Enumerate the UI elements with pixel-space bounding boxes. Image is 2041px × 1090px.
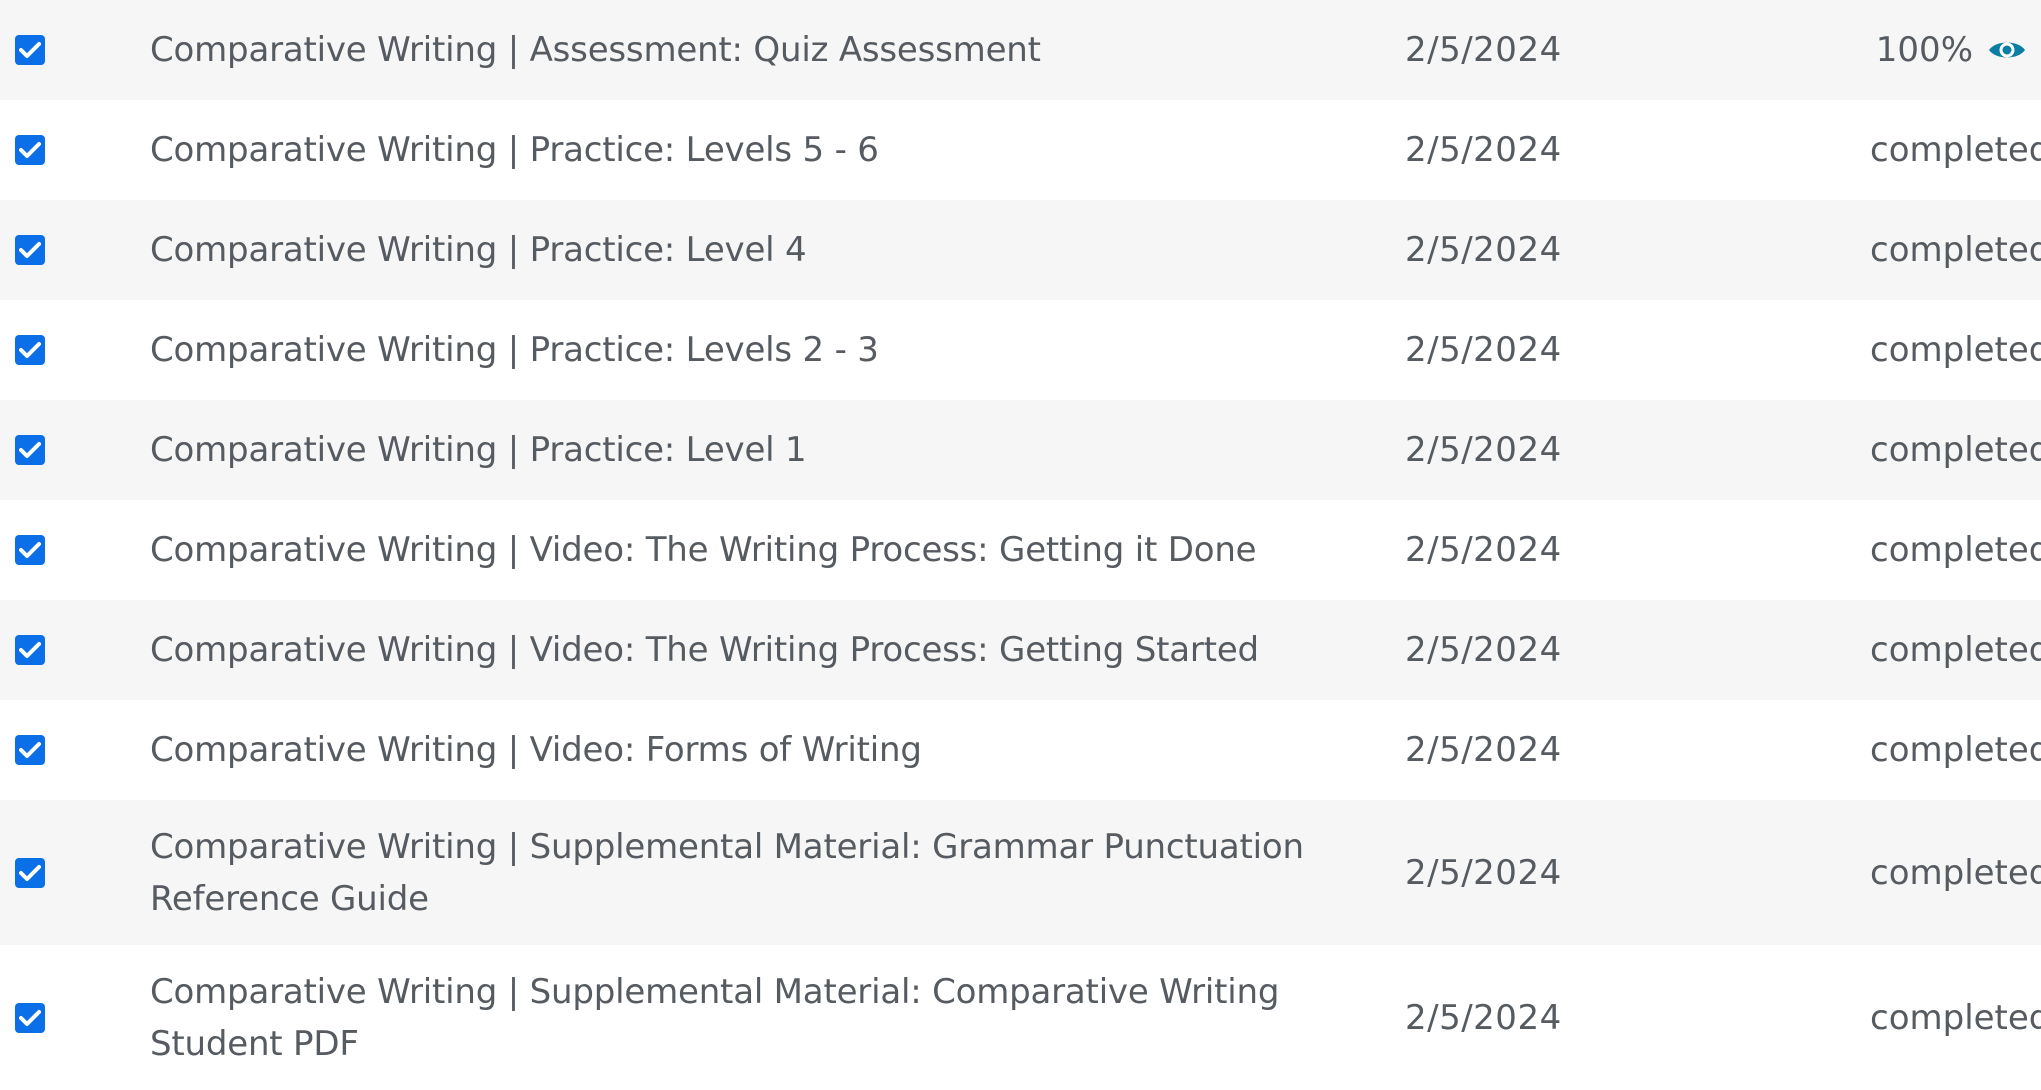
status-text: completed [1870,430,2041,470]
table-row: Comparative Writing | Supplemental Mater… [0,945,2041,1090]
table-row: Comparative Writing | Assessment: Quiz A… [0,0,2041,100]
status-text: completed [1870,730,2041,770]
row-date: 2/5/2024 [1405,997,1562,1038]
table-row: Comparative Writing | Practice: Level 4 … [0,200,2041,300]
row-checkbox[interactable] [15,335,45,365]
row-date: 2/5/2024 [1405,730,1562,770]
row-status: completed [1870,330,2041,370]
table-row: Comparative Writing | Video: Forms of Wr… [0,700,2041,800]
row-date: 2/5/2024 [1405,530,1562,570]
row-date: 2/5/2024 [1405,430,1562,470]
row-date: 2/5/2024 [1405,630,1562,670]
status-text: completed [1870,130,2041,170]
checkmark-icon [19,142,41,158]
assignment-table: Comparative Writing | Assessment: Quiz A… [0,0,2041,1090]
row-date: 2/5/2024 [1405,230,1562,270]
row-title[interactable]: Comparative Writing | Practice: Levels 2… [150,324,1390,376]
row-checkbox[interactable] [15,857,45,888]
checkmark-icon [19,1009,41,1026]
row-checkbox[interactable] [15,135,45,165]
row-date: 2/5/2024 [1405,130,1562,170]
row-date: 2/5/2024 [1405,30,1562,70]
row-status: completed [1870,130,2041,170]
row-title[interactable]: Comparative Writing | Assessment: Quiz A… [150,24,1390,76]
status-text: completed [1870,852,2041,893]
row-status: completed [1870,853,2041,893]
checkmark-icon [19,642,41,658]
row-date: 2/5/2024 [1405,852,1562,893]
table-row: Comparative Writing | Supplemental Mater… [0,800,2041,945]
row-checkbox[interactable] [15,1002,45,1033]
status-text: completed [1870,530,2041,570]
status-text: completed [1870,997,2041,1038]
row-title[interactable]: Comparative Writing | Practice: Level 1 [150,424,1390,476]
checkmark-icon [19,542,41,558]
row-title[interactable]: Comparative Writing | Video: The Writing… [150,624,1390,676]
checkmark-icon [19,742,41,758]
status-text: completed [1870,230,2041,270]
row-checkbox[interactable] [15,535,45,565]
table-row: Comparative Writing | Practice: Level 1 … [0,400,2041,500]
table-row: Comparative Writing | Video: The Writing… [0,500,2041,600]
row-title[interactable]: Comparative Writing | Practice: Levels 5… [150,124,1390,176]
row-checkbox[interactable] [15,435,45,465]
row-status: completed [1870,230,2041,270]
row-status: completed [1870,530,2041,570]
checkmark-icon [19,242,41,258]
checkmark-icon [19,42,41,58]
row-title[interactable]: Comparative Writing | Supplemental Mater… [150,821,1390,925]
row-date: 2/5/2024 [1405,330,1562,370]
checkmark-icon [19,442,41,458]
row-status: completed [1870,630,2041,670]
row-title[interactable]: Comparative Writing | Video: The Writing… [150,524,1390,576]
status-text: completed [1870,330,2041,370]
row-checkbox[interactable] [15,35,45,65]
row-title[interactable]: Comparative Writing | Practice: Level 4 [150,224,1390,276]
status-text: completed [1870,630,2041,670]
score-value: 100% [1875,30,1973,70]
table-row: Comparative Writing | Video: The Writing… [0,600,2041,700]
eye-icon[interactable] [1987,37,2027,63]
row-checkbox[interactable] [15,735,45,765]
row-title[interactable]: Comparative Writing | Supplemental Mater… [150,966,1390,1070]
table-row: Comparative Writing | Practice: Levels 5… [0,100,2041,200]
row-checkbox[interactable] [15,235,45,265]
row-checkbox[interactable] [15,635,45,665]
row-status: 100% [1870,30,2041,70]
checkmark-icon [19,864,41,881]
row-status: completed [1870,430,2041,470]
row-status: completed [1870,998,2041,1038]
row-status: completed [1870,730,2041,770]
checkmark-icon [19,342,41,358]
table-row: Comparative Writing | Practice: Levels 2… [0,300,2041,400]
row-title[interactable]: Comparative Writing | Video: Forms of Wr… [150,724,1390,776]
